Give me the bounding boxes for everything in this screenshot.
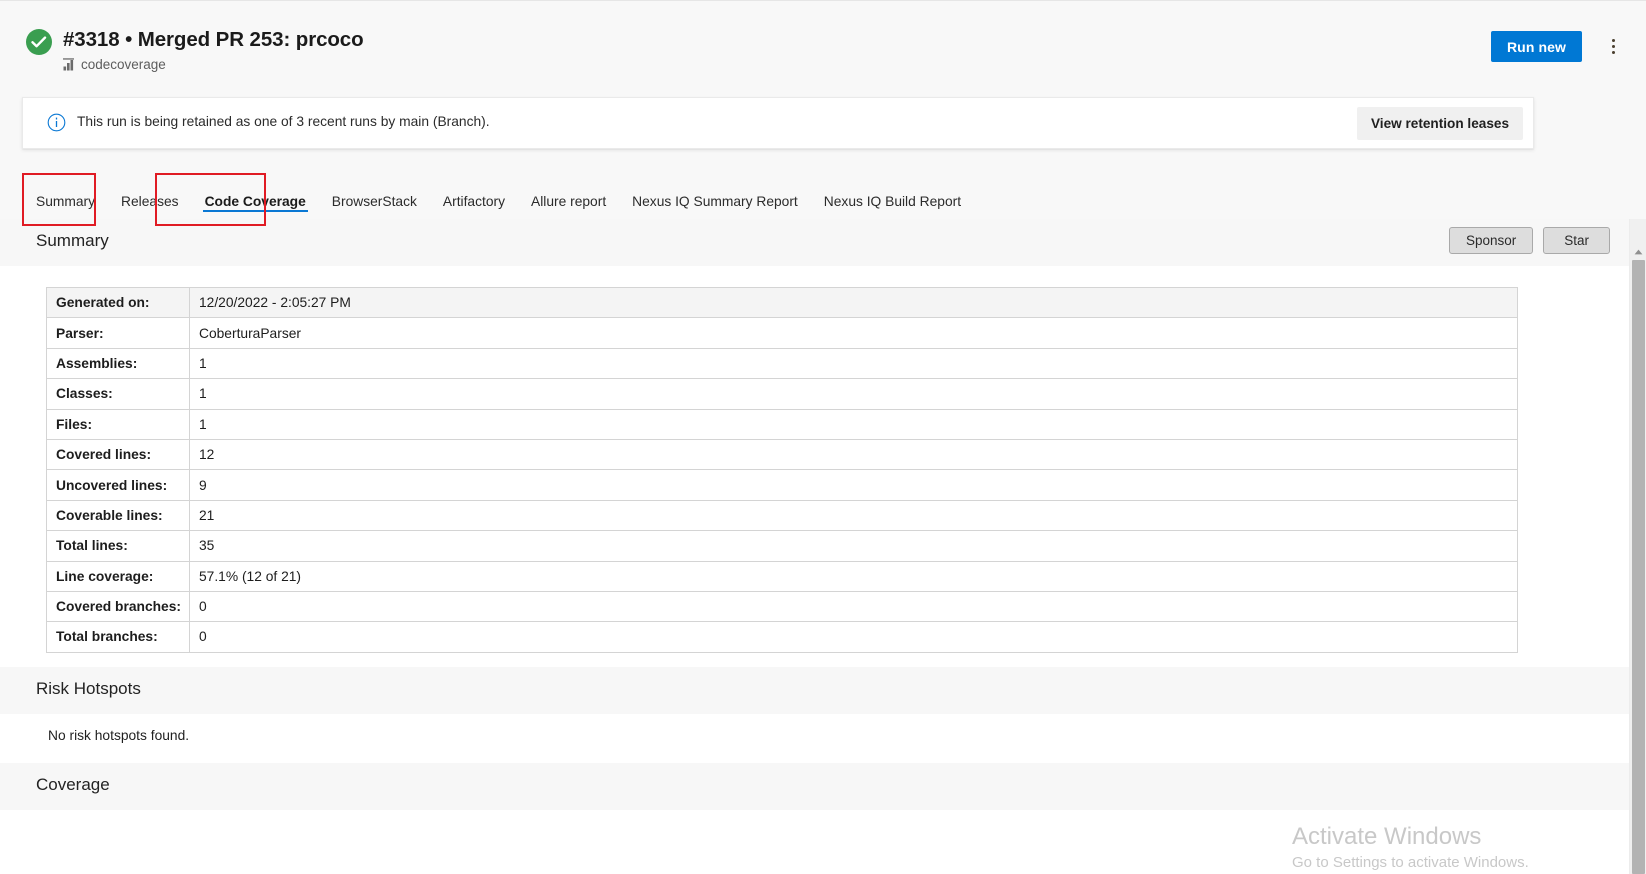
pipeline-breadcrumb[interactable]: codecoverage bbox=[63, 57, 364, 72]
summary-row-value: 21 bbox=[189, 499, 1518, 532]
run-header-left: #3318 • Merged PR 253: prcoco codecovera… bbox=[26, 27, 364, 72]
summary-row-value: 57.1% (12 of 21) bbox=[189, 560, 1518, 592]
kebab-menu-icon[interactable] bbox=[1602, 32, 1624, 62]
tab-summary[interactable]: Summary bbox=[23, 172, 108, 218]
view-retention-leases-button[interactable]: View retention leases bbox=[1356, 107, 1523, 140]
table-row: Covered lines: 12 bbox=[46, 438, 1518, 471]
summary-row-value: 12 bbox=[189, 438, 1518, 471]
summary-section-title: Summary bbox=[36, 231, 109, 250]
summary-row-value: 0 bbox=[189, 621, 1518, 653]
summary-table: Generated on: 12/20/2022 - 2:05:27 PM Pars… bbox=[46, 286, 1518, 653]
summary-row-value: 0 bbox=[189, 590, 1518, 623]
table-row: Assemblies: 1 bbox=[46, 347, 1518, 380]
sponsor-button[interactable]: Sponsor bbox=[1448, 227, 1534, 254]
risk-hotspots-section-header: Risk Hotspots bbox=[0, 666, 1646, 714]
table-row: Covered branches: 0 bbox=[46, 590, 1518, 623]
table-row: Line coverage: 57.1% (12 of 21) bbox=[46, 560, 1518, 592]
summary-row-value: 1 bbox=[189, 378, 1518, 410]
tab-bar: Summary Releases Code Coverage BrowserStack… bbox=[0, 172, 1646, 219]
table-row: Total lines: 35 bbox=[46, 530, 1518, 562]
retention-banner: This run is being retained as one of 3 r… bbox=[22, 97, 1534, 149]
table-row: Files: 1 bbox=[46, 408, 1518, 440]
pipeline-name: codecoverage bbox=[81, 57, 166, 72]
tab-allure-report[interactable]: Allure report bbox=[518, 172, 619, 218]
coverage-section-title: Coverage bbox=[36, 774, 110, 794]
summary-row-value: 35 bbox=[189, 530, 1518, 562]
table-row: Generated on: 12/20/2022 - 2:05:27 PM bbox=[46, 286, 1518, 319]
retention-banner-message: This run is being retained as one of 3 r… bbox=[77, 114, 490, 129]
run-header-texts: #3318 • Merged PR 253: prcoco codecovera… bbox=[63, 27, 364, 72]
tab-browserstack[interactable]: BrowserStack bbox=[319, 172, 430, 218]
scroll-up-arrow-icon[interactable] bbox=[1630, 243, 1646, 260]
summary-row-value: 12/20/2022 - 2:05:27 PM bbox=[189, 286, 1518, 319]
summary-row-value: 9 bbox=[189, 469, 1518, 501]
tab-list: Summary Releases Code Coverage BrowserStack… bbox=[23, 172, 974, 218]
table-row: Classes: 1 bbox=[46, 378, 1518, 410]
summary-row-key: Assemblies: bbox=[46, 347, 190, 380]
summary-row-key: Uncovered lines: bbox=[46, 469, 190, 501]
summary-row-key: Covered lines: bbox=[46, 438, 190, 471]
summary-row-value: CoberturaParser bbox=[189, 317, 1518, 349]
summary-row-key: Covered branches: bbox=[46, 590, 190, 623]
coverage-section-header: Coverage bbox=[0, 762, 1646, 810]
summary-row-key: Generated on: bbox=[46, 286, 190, 319]
tab-nexus-iq-summary-report[interactable]: Nexus IQ Summary Report bbox=[619, 172, 811, 218]
page-title: #3318 • Merged PR 253: prcoco bbox=[63, 28, 364, 51]
summary-table-wrapper: Generated on: 12/20/2022 - 2:05:27 PM Pars… bbox=[0, 266, 1646, 667]
summary-row-value: 1 bbox=[189, 347, 1518, 380]
table-row: Uncovered lines: 9 bbox=[46, 469, 1518, 501]
tab-nexus-iq-build-report[interactable]: Nexus IQ Build Report bbox=[811, 172, 974, 218]
code-coverage-report: Summary Sponsor Star Generated on: 12/20/… bbox=[0, 219, 1646, 874]
risk-hotspots-empty-message: No risk hotspots found. bbox=[48, 727, 190, 743]
summary-row-value: 1 bbox=[189, 408, 1518, 440]
run-header-actions: Run new bbox=[1490, 31, 1624, 62]
summary-section-actions: Sponsor Star bbox=[1448, 227, 1610, 254]
scrollbar-thumb[interactable] bbox=[1632, 260, 1645, 874]
report-scrollbar[interactable] bbox=[1629, 219, 1646, 874]
page-root: #3318 • Merged PR 253: prcoco codecovera… bbox=[0, 0, 1646, 874]
summary-row-key: Total branches: bbox=[46, 621, 190, 653]
pipeline-icon bbox=[63, 58, 76, 71]
run-new-button[interactable]: Run new bbox=[1490, 31, 1582, 62]
summary-section-header: Summary Sponsor Star bbox=[0, 219, 1646, 266]
table-row: Coverable lines: 21 bbox=[46, 499, 1518, 532]
run-header: #3318 • Merged PR 253: prcoco codecovera… bbox=[0, 0, 1646, 90]
risk-hotspots-section-title: Risk Hotspots bbox=[36, 678, 141, 698]
summary-row-key: Parser: bbox=[46, 317, 190, 349]
tab-artifactory[interactable]: Artifactory bbox=[430, 172, 518, 218]
table-row: Parser: CoberturaParser bbox=[46, 317, 1518, 349]
summary-row-key: Total lines: bbox=[46, 530, 190, 562]
summary-row-key: Line coverage: bbox=[46, 560, 190, 592]
info-circle-icon bbox=[47, 113, 66, 137]
tab-code-coverage[interactable]: Code Coverage bbox=[192, 172, 319, 218]
summary-row-key: Files: bbox=[46, 408, 190, 440]
summary-row-key: Coverable lines: bbox=[46, 499, 190, 532]
summary-row-key: Classes: bbox=[46, 378, 190, 410]
star-button[interactable]: Star bbox=[1543, 227, 1610, 254]
risk-hotspots-body: No risk hotspots found. bbox=[0, 713, 1646, 763]
check-circle-icon bbox=[26, 29, 52, 55]
coverage-body bbox=[0, 809, 1646, 859]
table-row: Total branches: 0 bbox=[46, 621, 1518, 653]
tab-releases[interactable]: Releases bbox=[108, 172, 192, 218]
